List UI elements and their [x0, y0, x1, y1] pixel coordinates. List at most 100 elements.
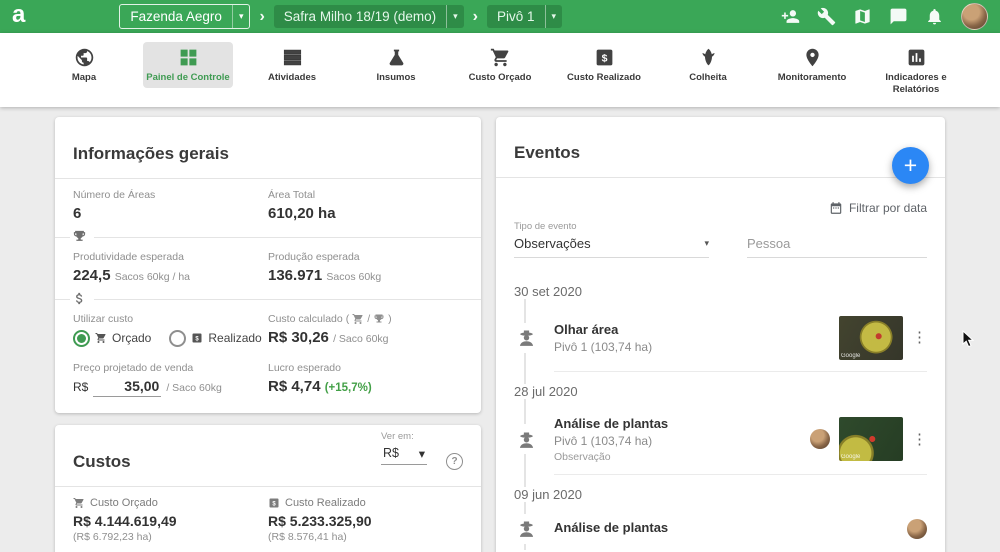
unit-select[interactable]: R$ ▾: [381, 444, 427, 465]
tab-indicadores-relatorios[interactable]: Indicadores e Relatórios: [871, 42, 961, 101]
events-title: Eventos: [514, 143, 927, 163]
tab-label: Insumos: [376, 72, 415, 84]
help-icon[interactable]: ?: [446, 453, 463, 470]
tab-label: Indicadores e Relatórios: [873, 72, 959, 97]
event-title: Olhar área: [554, 322, 829, 337]
cart-icon: [73, 497, 85, 509]
event-note: Observação: [554, 451, 800, 463]
knowledge-book-icon[interactable]: [853, 7, 872, 26]
num-areas-field: Número de Áreas 6: [73, 189, 268, 222]
budgeted-cost-field: Custo Orçado R$ 4.144.619,49 (R$ 6.792,2…: [73, 497, 268, 543]
harvest-corn-icon: [698, 47, 719, 68]
event-user-avatar: [907, 519, 927, 539]
dollar-badge-icon: $: [191, 332, 203, 344]
divider: [55, 237, 481, 238]
season-selector[interactable]: Safra Milho 18/19 (demo) ▾: [274, 5, 464, 28]
tab-custo-realizado[interactable]: $ Custo Realizado: [559, 42, 649, 88]
dollar-badge-icon: $: [268, 497, 280, 509]
costs-card: Custos Ver em: R$ ▾ ? Custo Orçado: [55, 425, 481, 552]
sale-price-input[interactable]: [93, 378, 161, 397]
chat-icon[interactable]: [889, 7, 908, 26]
profit-delta: (+15,7%): [325, 382, 372, 394]
divider: [55, 178, 481, 179]
notifications-bell-icon[interactable]: [925, 7, 944, 26]
event-map-thumbnail[interactable]: Google: [839, 417, 903, 461]
breadcrumb-separator-icon: ›: [259, 8, 264, 26]
event-type-select[interactable]: Observações ▾: [514, 232, 709, 258]
farm-selector-label: Fazenda Aegro: [120, 9, 232, 24]
aegro-logo[interactable]: a: [12, 3, 25, 27]
calc-cost-label: Custo calculado: [268, 313, 343, 325]
tab-label: Atividades: [268, 72, 316, 84]
event-item[interactable]: Análise de plantas Pivô 1 (103,74 ha) Ob…: [554, 405, 927, 475]
total-area-field: Área Total 610,20 ha: [268, 189, 463, 222]
event-title: Análise de plantas: [554, 520, 897, 535]
calendar-icon: [829, 201, 843, 215]
calc-cost-value: R$ 30,26: [268, 329, 329, 346]
radio-orcado-control[interactable]: [73, 330, 90, 347]
production-label: Produção esperada: [268, 251, 463, 263]
event-map-thumbnail[interactable]: Google: [839, 316, 903, 360]
production-field: Produção esperada 136.971 Sacos 60kg: [268, 251, 463, 284]
radio-realizado[interactable]: $ Realizado: [169, 330, 261, 347]
top-bar: a Fazenda Aegro ▾ › Safra Milho 18/19 (d…: [0, 0, 1000, 33]
tab-label: Custo Orçado: [469, 72, 532, 84]
production-unit: Sacos 60kg: [326, 271, 381, 283]
event-area: Pivô 1 (103,74 ha): [554, 434, 800, 448]
farmer-icon: [516, 327, 537, 348]
tab-colheita[interactable]: Colheita: [663, 42, 753, 88]
chevron-down-icon: ▾: [446, 5, 464, 28]
app-root: a Fazenda Aegro ▾ › Safra Milho 18/19 (d…: [0, 0, 1000, 552]
module-tabbar: Mapa Painel de Controle Atividades Insum…: [0, 33, 1000, 107]
use-cost-label: Utilizar custo: [73, 313, 268, 325]
filter-by-date-button[interactable]: Filtrar por data: [829, 201, 927, 215]
sale-price-unit: / Saco 60kg: [166, 382, 221, 394]
radio-orcado-label: Orçado: [112, 331, 151, 345]
productivity-unit: Sacos 60kg / ha: [115, 271, 190, 283]
tab-label: Mapa: [72, 72, 96, 84]
tab-mapa[interactable]: Mapa: [39, 42, 129, 88]
currency-prefix: R$: [73, 380, 88, 394]
invite-user-icon[interactable]: [781, 7, 800, 26]
event-menu-icon[interactable]: ⋮: [912, 432, 927, 447]
farm-selector[interactable]: Fazenda Aegro ▾: [119, 4, 250, 29]
globe-icon: [74, 47, 95, 68]
chevron-down-icon: ▾: [704, 238, 709, 249]
slash: /: [367, 313, 370, 325]
realized-cost-label: Custo Realizado: [285, 497, 366, 509]
realized-cost-field: $ Custo Realizado R$ 5.233.325,90 (R$ 8.…: [268, 497, 463, 543]
tools-icon[interactable]: [817, 7, 836, 26]
tab-custo-orcado[interactable]: Custo Orçado: [455, 42, 545, 88]
tab-insumos[interactable]: Insumos: [351, 42, 441, 88]
tab-painel-de-controle[interactable]: Painel de Controle: [143, 42, 233, 88]
divider: [55, 299, 481, 300]
tab-monitoramento[interactable]: Monitoramento: [767, 42, 857, 88]
budgeted-cost-label: Custo Orçado: [90, 497, 158, 509]
paren: (: [346, 313, 350, 325]
event-item[interactable]: Olhar área Pivô 1 (103,74 ha) Google ⋮: [554, 305, 927, 372]
unit-select-value: R$: [383, 446, 399, 460]
radio-orcado[interactable]: Orçado: [73, 330, 151, 347]
report-chart-icon: [906, 47, 927, 68]
radio-realizado-control[interactable]: [169, 330, 186, 347]
field-selector[interactable]: Pivô 1 ▾: [487, 5, 562, 28]
trophy-icon: [373, 313, 385, 325]
event-menu-icon[interactable]: ⋮: [912, 330, 927, 345]
tab-label: Colheita: [689, 72, 726, 84]
dashboard-grid-icon: [178, 47, 199, 68]
dollar-badge-icon: $: [594, 47, 615, 68]
add-event-button[interactable]: +: [892, 147, 929, 184]
location-pin-icon: [802, 47, 823, 68]
tab-label: Custo Realizado: [567, 72, 641, 84]
trophy-icon: [72, 229, 87, 244]
realized-cost-value: R$ 5.233.325,90: [268, 513, 463, 529]
top-actions: [781, 3, 988, 30]
user-avatar[interactable]: [961, 3, 988, 30]
event-item[interactable]: Análise de plantas: [554, 508, 927, 550]
person-filter-input[interactable]: [747, 227, 927, 258]
main-content: Informações gerais Número de Áreas 6 Áre…: [0, 107, 1000, 552]
divider: [55, 486, 481, 487]
event-type-value: Observações: [514, 236, 591, 251]
event-date: 09 jun 2020: [514, 487, 592, 502]
tab-atividades[interactable]: Atividades: [247, 42, 337, 88]
